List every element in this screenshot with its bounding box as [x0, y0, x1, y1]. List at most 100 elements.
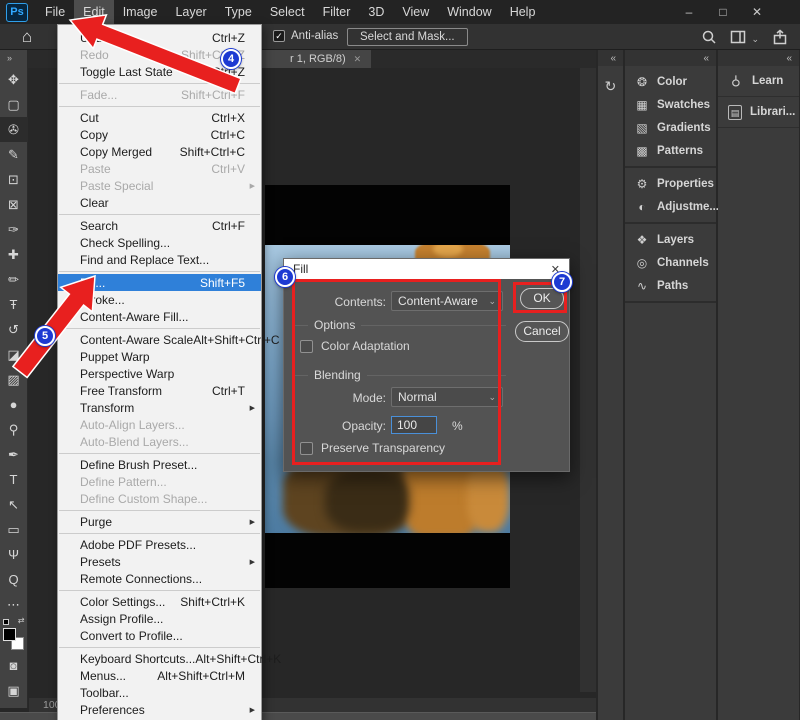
edit-menu-item[interactable]: Puppet Warp [58, 348, 261, 365]
menubar-item-3d[interactable]: 3D [359, 0, 393, 24]
panel-tab-libraries[interactable]: ▤ Librari... [718, 97, 799, 128]
zoom-tool[interactable]: Q [0, 567, 28, 592]
pen-tool[interactable]: ✒ [0, 442, 28, 467]
panel-tab-adjustments[interactable]: ◐ Adjustme... [625, 195, 716, 218]
panel-tab-learn[interactable]: ⚲ Learn [718, 66, 799, 97]
close-button[interactable]: ✕ [740, 0, 774, 24]
move-tool[interactable]: ✥ [0, 67, 28, 92]
edit-menu-item[interactable]: Remote Connections... [58, 570, 261, 587]
edit-menu-item[interactable]: Copy Merged Shift+Ctrl+C [58, 143, 261, 160]
panel-tab-patterns[interactable]: ▩ Patterns [625, 139, 716, 162]
edit-menu-item[interactable]: Cut Ctrl+X [58, 109, 261, 126]
edit-menu-item[interactable]: Check Spelling... [58, 234, 261, 251]
type-tool[interactable]: T [0, 467, 28, 492]
home-button[interactable]: ⌂ [16, 26, 38, 48]
eraser-tool[interactable]: ◪ [0, 342, 28, 367]
edit-menu-item[interactable]: Purge ▶ [58, 513, 261, 530]
edit-menu-item[interactable]: Clear [58, 194, 261, 211]
opacity-input[interactable] [391, 416, 437, 434]
menubar-item-help[interactable]: Help [501, 0, 545, 24]
menubar-item-type[interactable]: Type [216, 0, 261, 24]
edit-menu-item[interactable]: Assign Profile... [58, 610, 261, 627]
edit-menu-item[interactable]: Free Transform Ctrl+T [58, 382, 261, 399]
anti-alias-checkbox[interactable]: ✓ [273, 30, 285, 42]
maximize-button[interactable]: □ [706, 0, 740, 24]
collapse-panels-icon[interactable]: « [610, 53, 616, 64]
menubar-item-image[interactable]: Image [114, 0, 167, 24]
canvas-scrollbar[interactable] [580, 68, 596, 692]
edit-menu-item[interactable]: Color Settings... Shift+Ctrl+K [58, 593, 261, 610]
panel-tab-channels[interactable]: ◎ Channels [625, 251, 716, 274]
toolbar-expand-icon[interactable]: » [0, 50, 27, 67]
edit-menu-item[interactable]: Preferences ▶ [58, 701, 261, 718]
share-icon[interactable] [772, 29, 788, 50]
mode-dropdown[interactable]: Normal ⌄ [391, 387, 503, 407]
panel-tab-properties[interactable]: ⚙ Properties [625, 172, 716, 195]
edit-menu-item[interactable]: Search Ctrl+F [58, 217, 261, 234]
menubar-item-select[interactable]: Select [261, 0, 314, 24]
panel-tab-swatches[interactable]: ▦ Swatches [625, 93, 716, 116]
edit-menu-item[interactable]: Content-Aware Fill... [58, 308, 261, 325]
select-and-mask-button[interactable]: Select and Mask... [347, 28, 468, 46]
quick-selection-tool[interactable]: ✎ [0, 142, 28, 167]
eyedropper-tool[interactable]: ✑ [0, 217, 28, 242]
search-icon[interactable] [701, 29, 717, 50]
history-panel-icon[interactable]: ↻ [598, 78, 623, 95]
edit-menu-item[interactable]: Define Brush Preset... [58, 456, 261, 473]
hand-tool[interactable]: Ψ [0, 542, 28, 567]
panel-tab-gradients[interactable]: ▧ Gradients [625, 116, 716, 139]
edit-menu-item[interactable]: Define Custom Shape... [58, 490, 261, 507]
menubar-item-view[interactable]: View [393, 0, 438, 24]
edit-menu-item[interactable]: Auto-Align Layers... [58, 416, 261, 433]
edit-toolbar-button[interactable]: ⋯ [0, 592, 28, 617]
edit-menu-item[interactable]: Paste Ctrl+V [58, 160, 261, 177]
lasso-tool[interactable]: ✇ [0, 117, 28, 142]
blur-tool[interactable]: ● [0, 392, 28, 417]
brush-tool[interactable]: ✏ [0, 267, 28, 292]
document-tab[interactable]: r 1, RGB/8) ✕ [248, 50, 371, 68]
collapse-panels-icon[interactable]: « [703, 53, 709, 64]
edit-menu-item[interactable]: Toolbar... [58, 684, 261, 701]
menubar-item-edit[interactable]: Edit [74, 0, 114, 24]
panel-tab-paths[interactable]: ∿ Paths [625, 274, 716, 297]
edit-menu-item[interactable]: Find and Replace Text... [58, 251, 261, 268]
color-adaptation-checkbox[interactable] [300, 340, 313, 353]
edit-menu-item[interactable]: Define Pattern... [58, 473, 261, 490]
workspace-switcher-icon[interactable] [730, 29, 746, 50]
edit-menu-item[interactable]: Transform ▶ [58, 399, 261, 416]
preserve-transparency-option[interactable]: Preserve Transparency [300, 441, 445, 455]
edit-menu-item[interactable]: Perspective Warp [58, 365, 261, 382]
history-brush-tool[interactable]: ↺ [0, 317, 28, 342]
healing-brush-tool[interactable]: ✚ [0, 242, 28, 267]
edit-menu-item[interactable]: Keyboard Shortcuts... Alt+Shift+Ctrl+K [58, 650, 261, 667]
tab-close-icon[interactable]: ✕ [354, 54, 362, 65]
rectangular-marquee-tool[interactable]: ▢ [0, 92, 28, 117]
menubar-item-filter[interactable]: Filter [314, 0, 360, 24]
menubar-item-window[interactable]: Window [438, 0, 500, 24]
preserve-transparency-checkbox[interactable] [300, 442, 313, 455]
path-selection-tool[interactable]: ↖ [0, 492, 28, 517]
screen-mode-button[interactable]: ▣ [0, 678, 28, 703]
edit-menu-item[interactable]: Menus... Alt+Shift+Ctrl+M [58, 667, 261, 684]
edit-menu-item[interactable]: Adobe PDF Presets... [58, 536, 261, 553]
cancel-button[interactable]: Cancel [515, 321, 569, 342]
panel-tab-color[interactable]: ❂ Color [625, 70, 716, 93]
contents-dropdown[interactable]: Content-Aware ⌄ [391, 291, 503, 311]
edit-menu-item[interactable]: Auto-Blend Layers... [58, 433, 261, 450]
edit-menu-item[interactable]: Copy Ctrl+C [58, 126, 261, 143]
gradient-tool[interactable]: ▨ [0, 367, 28, 392]
edit-menu-item[interactable]: Paste Special ▶ [58, 177, 261, 194]
menubar-item-file[interactable]: File [36, 0, 74, 24]
edit-menu-item[interactable]: Stroke... [58, 291, 261, 308]
anti-alias-option[interactable]: ✓ Anti-alias [273, 30, 338, 42]
edit-menu-item[interactable]: Fade... Shift+Ctrl+F [58, 86, 261, 103]
edit-menu-item[interactable]: Content-Aware Scale Alt+Shift+Ctrl+C [58, 331, 261, 348]
dodge-tool[interactable]: ⚲ [0, 417, 28, 442]
edit-menu-item[interactable]: Presets ▶ [58, 553, 261, 570]
panel-tab-layers[interactable]: ❖ Layers [625, 228, 716, 251]
fill-dialog-titlebar[interactable]: Fill ✕ [284, 259, 569, 279]
edit-menu-item[interactable]: Convert to Profile... [58, 627, 261, 644]
workspace-chevron-icon[interactable]: ⌄ [751, 34, 759, 45]
edit-menu-item[interactable]: Undo Ctrl+Z [58, 29, 261, 46]
clone-stamp-tool[interactable]: Ŧ [0, 292, 28, 317]
